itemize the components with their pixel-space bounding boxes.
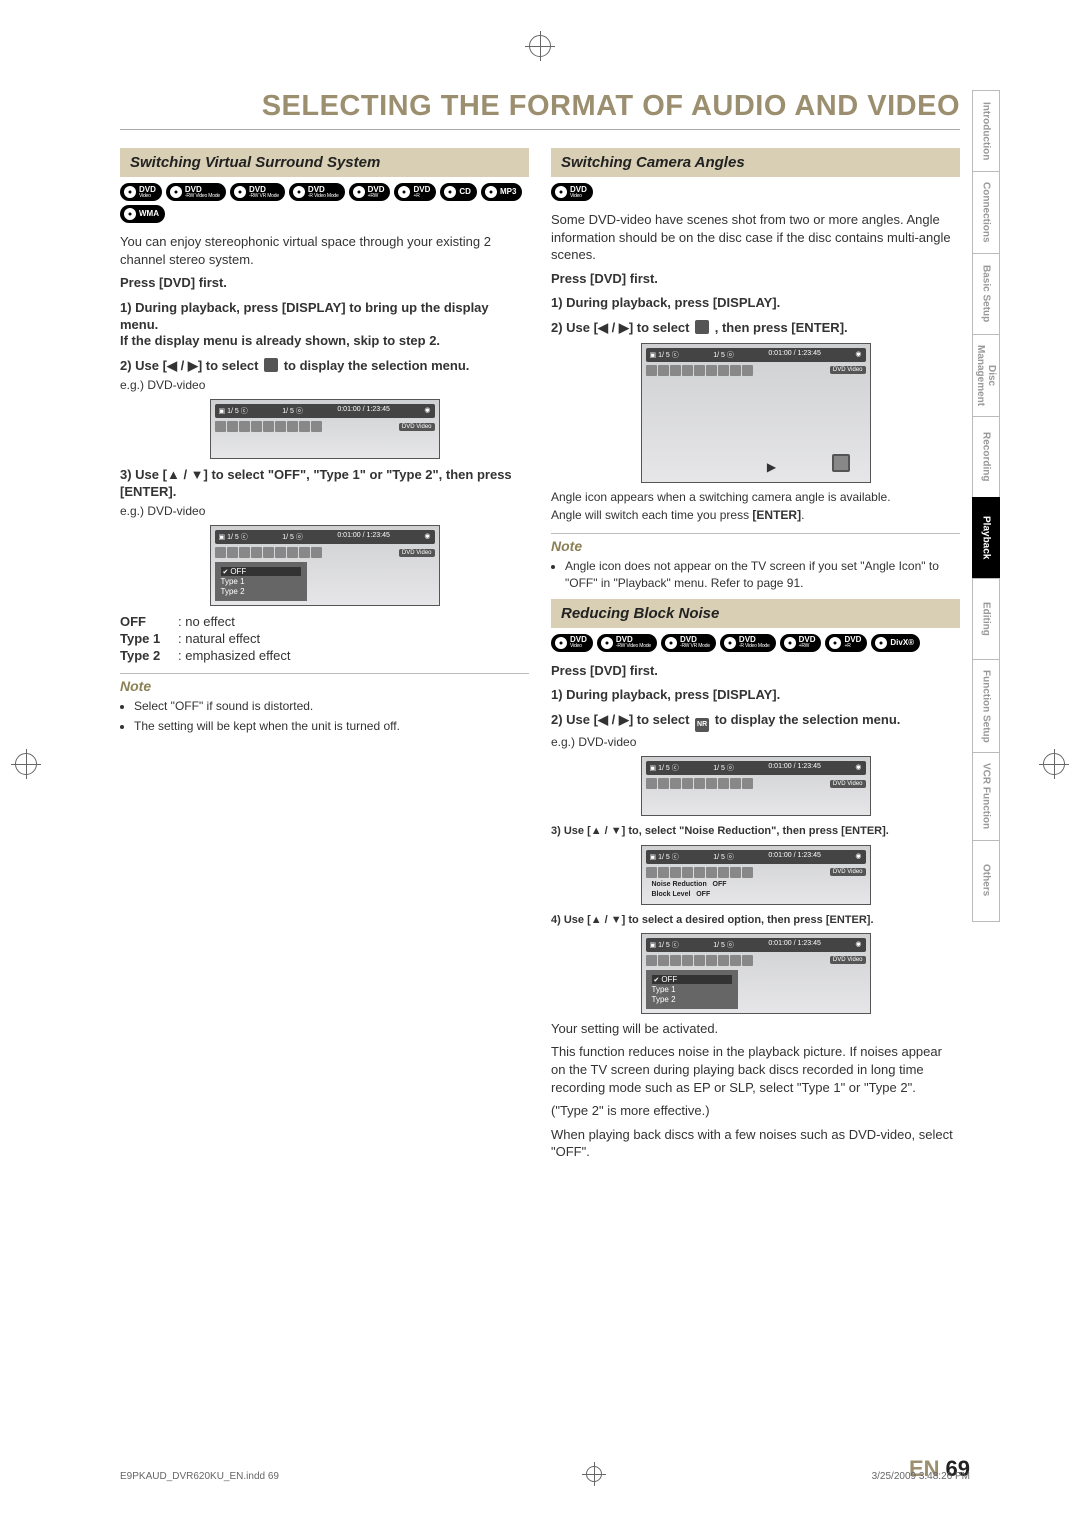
chapter-tabs: IntroductionConnectionsBasic SetupDiscMa… [972, 90, 1000, 1448]
disc-badge: DVD-R Video Mode [720, 634, 776, 652]
right-column: Switching Camera Angles DVDVideo Some DV… [551, 140, 960, 1448]
disc-badge: DVD+R [825, 634, 867, 652]
angle-step1: 1) During playback, press [DISPLAY]. [551, 295, 960, 312]
noise-step2: 2) Use [◀ / ▶] to select NR to display t… [551, 712, 960, 732]
title-rule [120, 129, 960, 130]
disc-compat-row: DVDVideoDVD-RW Video ModeDVD-RW VR ModeD… [551, 634, 960, 652]
vss-definitions: OFF: no effectType 1: natural effectType… [120, 614, 529, 663]
disc-badge: DVD+R [394, 183, 436, 201]
disc-badge: DVD-RW VR Mode [661, 634, 716, 652]
tab-introduction[interactable]: Introduction [972, 90, 1000, 171]
nr-icon: NR [695, 718, 709, 732]
tab-others[interactable]: Others [972, 840, 1000, 922]
tab-vcr-function[interactable]: VCR Function [972, 752, 1000, 839]
disc-badge: DVD-R Video Mode [289, 183, 345, 201]
vss-step3: 3) Use [▲ / ▼] to select "OFF", "Type 1"… [120, 467, 529, 501]
vss-intro: You can enjoy stereophonic virtual space… [120, 233, 529, 268]
vss-step1: 1) During playback, press [DISPLAY] to b… [120, 300, 529, 351]
note-heading: Note [120, 673, 529, 694]
osd-noise-1: ▣ 1/ 5 ⓒ1/ 5 ⓞ0:01:00 / 1:23:45◉ DVD Vid… [641, 756, 871, 816]
angle-intro: Some DVD-video have scenes shot from two… [551, 211, 960, 264]
tab-connections[interactable]: Connections [972, 171, 1000, 253]
page-title: SELECTING THE FORMAT OF AUDIO AND VIDEO [120, 90, 960, 123]
osd-angle: ▣ 1/ 5 ⓒ1/ 5 ⓞ0:01:00 / 1:23:45◉ DVD Vid… [641, 343, 871, 483]
tab-disc management[interactable]: DiscManagement [972, 334, 1000, 416]
osd-noise-3: ▣ 1/ 5 ⓒ1/ 5 ⓞ0:01:00 / 1:23:45◉ DVD Vid… [641, 933, 871, 1014]
eg-label: e.g.) DVD-video [120, 377, 529, 393]
left-column: Switching Virtual Surround System DVDVid… [120, 140, 529, 1448]
disc-compat-row: DVDVideo [551, 183, 960, 201]
disc-badge: DVD-RW Video Mode [597, 634, 657, 652]
osd-vss-2: ▣ 1/ 5 ⓒ1/ 5 ⓞ0:01:00 / 1:23:45◉ DVD Vid… [210, 525, 440, 606]
section-camera-angles: Switching Camera Angles [551, 148, 960, 177]
osd-vss-1: ▣ 1/ 5 ⓒ1/ 5 ⓞ0:01:00 / 1:23:45◉ DVD Vid… [210, 399, 440, 459]
disc-badge: DVD+RW [349, 183, 391, 201]
angle-icon [695, 320, 709, 334]
disc-badge: DVD-RW Video Mode [166, 183, 226, 201]
section-virtual-surround: Switching Virtual Surround System [120, 148, 529, 177]
tab-function-setup[interactable]: Function Setup [972, 659, 1000, 753]
disc-badge: MP3 [481, 183, 522, 201]
surround-icon [264, 358, 278, 372]
disc-badge: DivX® [871, 634, 920, 652]
press-dvd: Press [DVD] first. [120, 274, 529, 292]
tab-editing[interactable]: Editing [972, 578, 1000, 659]
disc-badge: WMA [120, 205, 165, 223]
disc-badge: DVDVideo [120, 183, 162, 201]
footer-filename: E9PKAUD_DVR620KU_EN.indd 69 [120, 1471, 279, 1482]
disc-compat-row: DVDVideoDVD-RW Video ModeDVD-RW VR ModeD… [120, 183, 529, 223]
tab-playback[interactable]: Playback [972, 497, 1000, 578]
tab-basic-setup[interactable]: Basic Setup [972, 253, 1000, 334]
tab-recording[interactable]: Recording [972, 416, 1000, 497]
disc-badge: DVD+RW [780, 634, 822, 652]
osd-noise-2: ▣ 1/ 5 ⓒ1/ 5 ⓞ0:01:00 / 1:23:45◉ DVD Vid… [641, 845, 871, 905]
vss-notes: Select "OFF" if sound is distorted.The s… [120, 698, 529, 733]
footer-timestamp: 3/25/2009 3:48:26 PM [872, 1471, 970, 1482]
angle-indicator-icon [832, 454, 850, 472]
disc-badge: CD [440, 183, 477, 201]
disc-badge: DVDVideo [551, 634, 593, 652]
vss-step2: 2) Use [◀ / ▶] to select to display the … [120, 358, 529, 375]
disc-badge: DVDVideo [551, 183, 593, 201]
section-block-noise: Reducing Block Noise [551, 599, 960, 628]
angle-step2: 2) Use [◀ / ▶] to select , then press [E… [551, 320, 960, 337]
disc-badge: DVD-RW VR Mode [230, 183, 285, 201]
